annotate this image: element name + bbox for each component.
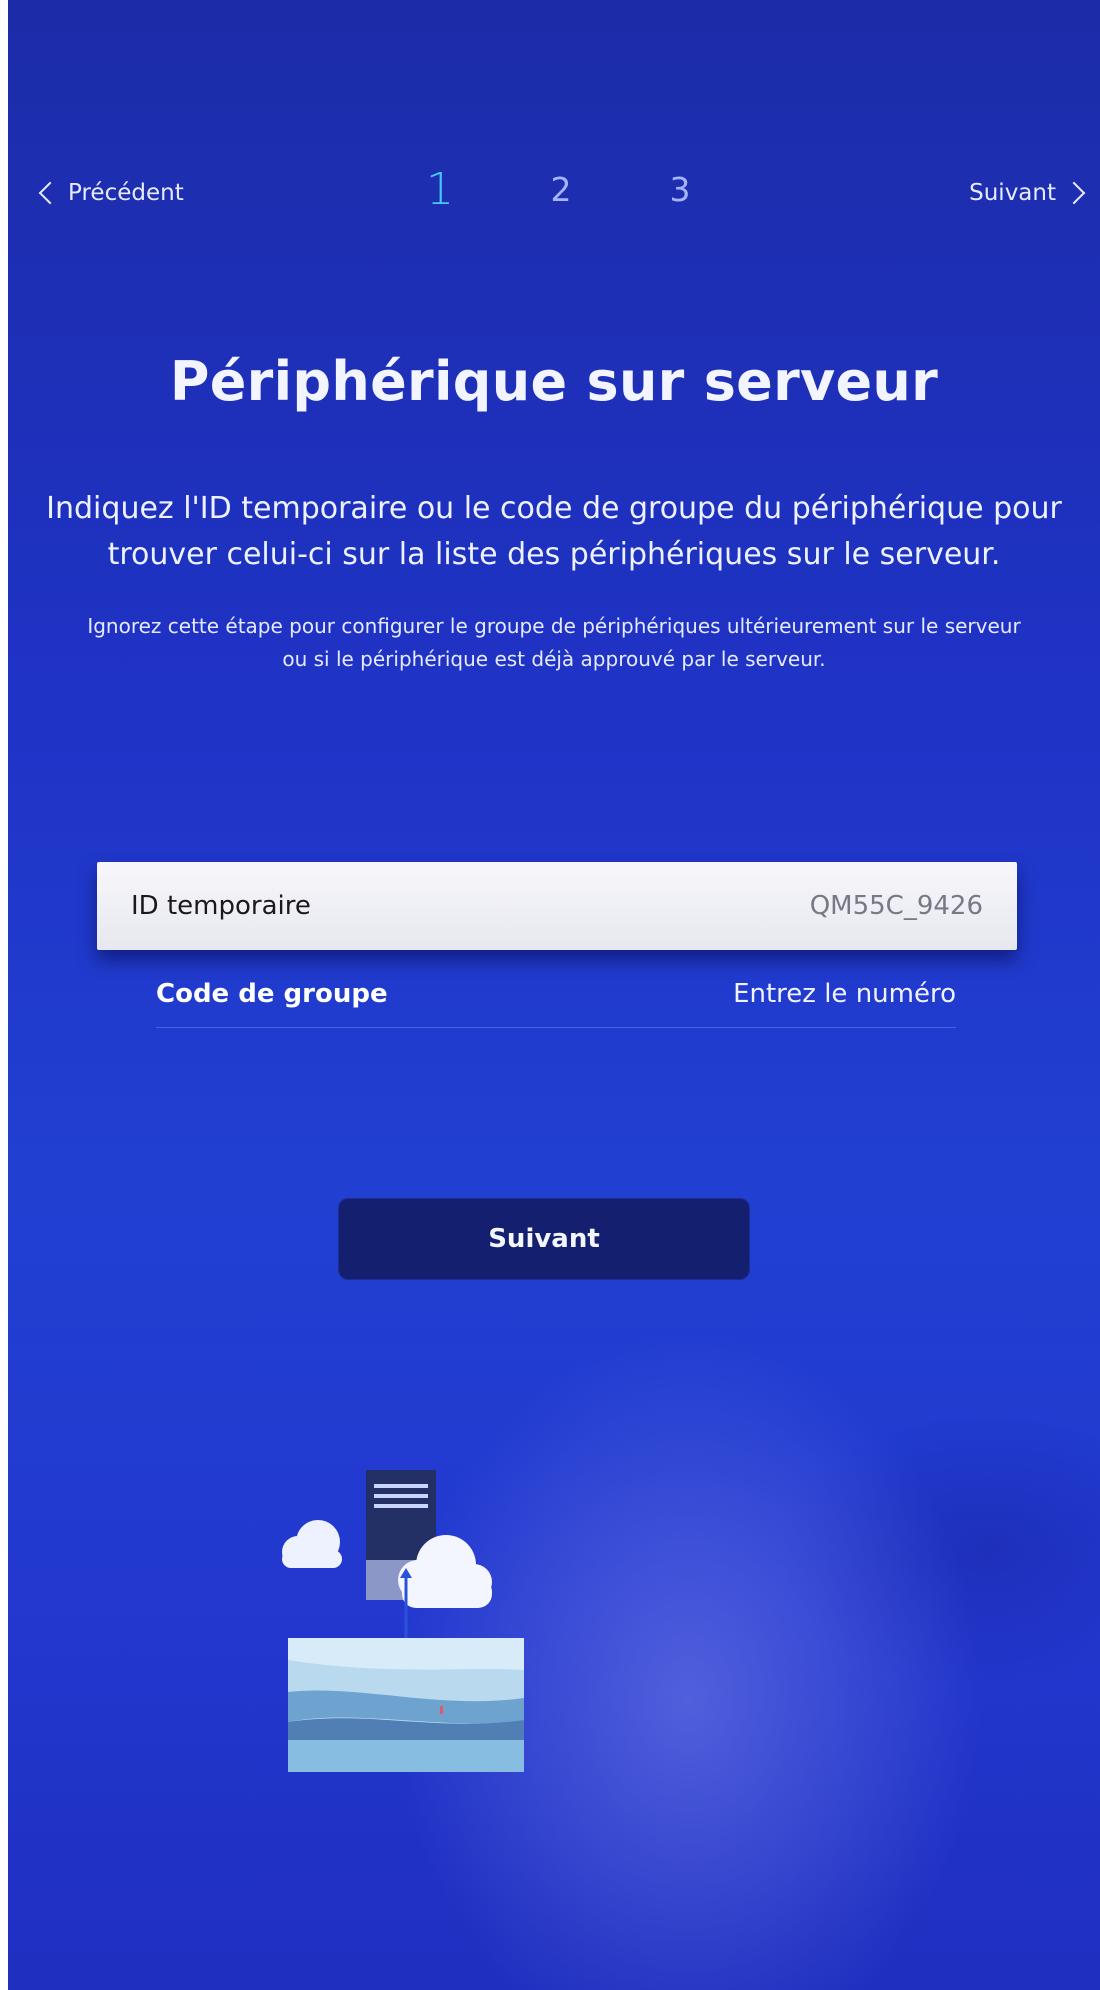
page-title: Périphérique sur serveur <box>169 350 939 413</box>
temp-id-value: QM55C_9426 <box>809 891 983 921</box>
setup-screen: Précédent 1 2 3 Suivant Périphérique sur… <box>8 0 1100 1990</box>
group-code-input[interactable]: Entrez le numéro <box>733 979 956 1009</box>
group-code-row[interactable]: Code de groupe Entrez le numéro <box>156 960 956 1028</box>
chevron-right-icon <box>1062 181 1086 205</box>
step-2[interactable]: 2 <box>551 170 572 209</box>
cloud-icon <box>282 1520 342 1568</box>
chevron-left-icon <box>38 181 62 205</box>
display-icon <box>288 1638 524 1772</box>
step-3[interactable]: 3 <box>670 170 691 209</box>
next-button[interactable]: Suivant <box>338 1198 750 1280</box>
device-server-illustration <box>282 1470 524 1772</box>
skip-note: Ignorez cette étape pour configurer le g… <box>87 614 1021 671</box>
instruction-text: Indiquez l'ID temporaire ou le code de g… <box>46 491 1062 572</box>
temp-id-label: ID temporaire <box>131 891 311 921</box>
temp-id-row[interactable]: ID temporaire QM55C_9426 <box>97 862 1017 950</box>
previous-label: Précédent <box>68 180 184 206</box>
previous-nav[interactable]: Précédent <box>38 180 184 206</box>
next-nav[interactable]: Suivant <box>969 180 1086 206</box>
next-label: Suivant <box>969 180 1056 206</box>
group-code-label: Code de groupe <box>156 978 388 1009</box>
step-1[interactable]: 1 <box>426 164 454 215</box>
